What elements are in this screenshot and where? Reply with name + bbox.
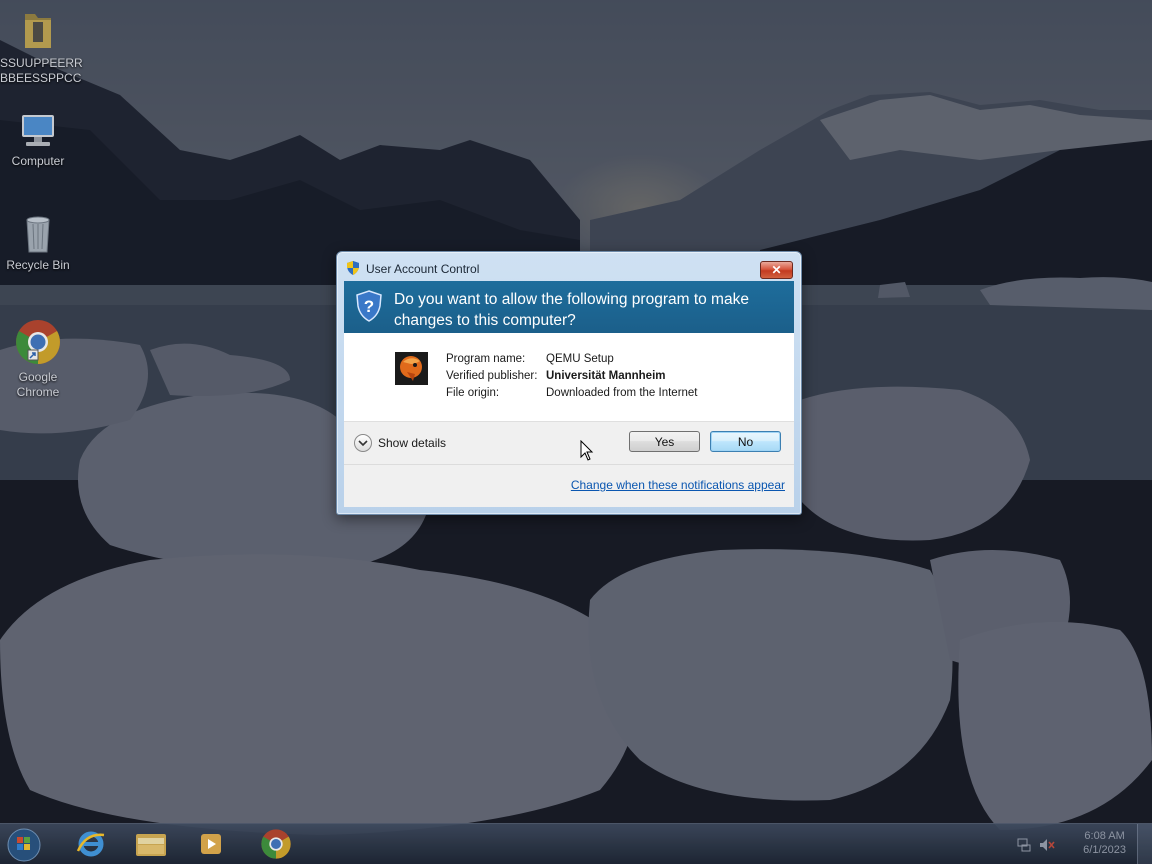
- publisher-key: Verified publisher:: [446, 370, 538, 382]
- taskbar-windows-explorer[interactable]: [126, 828, 176, 860]
- dialog-header: ? Do you want to allow the following pro…: [344, 281, 794, 333]
- program-name-key: Program name:: [446, 353, 526, 365]
- program-name-row: Program name: QEMU Setup: [446, 353, 698, 370]
- program-name-value: QEMU Setup: [546, 353, 614, 365]
- dialog-title: User Account Control: [366, 262, 480, 276]
- taskbar: 6:08 AM 6/1/2023: [0, 823, 1152, 864]
- desktop-icon-computer-label: Computer: [11, 154, 65, 168]
- uac-shield-icon: [347, 261, 359, 275]
- close-button[interactable]: ✕: [760, 261, 793, 279]
- uac-dialog: User Account Control ✕ ? Do you want to …: [336, 251, 802, 515]
- taskbar-media-player[interactable]: [186, 828, 236, 860]
- file-origin-value: Downloaded from the Internet: [546, 387, 698, 399]
- no-button[interactable]: No: [710, 431, 781, 452]
- file-origin-row: File origin: Downloaded from the Internet: [446, 387, 698, 404]
- publisher-value: Universität Mannheim: [546, 370, 666, 382]
- system-tray: 6:08 AM 6/1/2023: [992, 824, 1152, 864]
- desktop-icon-folder[interactable]: SSUUPPEERR BBEESSPPCC: [0, 8, 83, 86]
- windows-explorer-icon: [136, 834, 166, 856]
- desktop-icon-folder-label: SSUUPPEERR BBEESSPPCC: [0, 56, 83, 85]
- taskbar-internet-explorer[interactable]: [66, 828, 116, 860]
- mouse-cursor-icon: [580, 440, 594, 461]
- show-details-label: Show details: [378, 436, 447, 450]
- close-icon: ✕: [771, 263, 782, 277]
- consent-question: Do you want to allow the following progr…: [394, 291, 749, 329]
- program-info: Program name: QEMU Setup Verified publish…: [344, 333, 794, 421]
- dialog-footer: Change when these notifications appear: [344, 464, 794, 507]
- qemu-program-icon: [395, 352, 428, 385]
- show-desktop-button[interactable]: [1137, 824, 1152, 864]
- taskbar-clock[interactable]: 6:08 AM 6/1/2023: [1083, 829, 1126, 857]
- media-player-icon: [201, 834, 221, 854]
- chrome-icon: [261, 829, 291, 859]
- chrome-icon: [16, 320, 60, 364]
- desktop-icon-computer[interactable]: Computer: [0, 112, 76, 169]
- clock-date: 6/1/2023: [1083, 844, 1126, 856]
- internet-explorer-icon: [76, 831, 105, 857]
- volume-muted-icon[interactable]: [1038, 837, 1056, 853]
- taskbar-google-chrome[interactable]: [251, 828, 301, 860]
- change-notifications-link[interactable]: Change when these notifications appear: [571, 478, 785, 492]
- file-origin-key: File origin:: [446, 387, 500, 399]
- folder-icon: [25, 14, 51, 48]
- publisher-row: Verified publisher: Universität Mannheim: [446, 370, 698, 387]
- network-icon[interactable]: [1016, 837, 1032, 853]
- desktop-icon-recycle-bin[interactable]: Recycle Bin: [0, 214, 76, 273]
- show-details-toggle[interactable]: Show details: [354, 434, 446, 452]
- desktop-icon-google-chrome-label: Google Chrome: [16, 370, 60, 399]
- dialog-titlebar[interactable]: User Account Control ✕: [337, 252, 801, 281]
- question-shield-icon: ?: [356, 290, 382, 322]
- program-details: Program name: QEMU Setup Verified publish…: [446, 353, 698, 404]
- desktop-icon-recycle-bin-label: Recycle Bin: [6, 258, 70, 272]
- svg-text:?: ?: [364, 297, 374, 316]
- recycle-bin-icon: [26, 216, 50, 253]
- start-orb[interactable]: [5, 826, 43, 864]
- clock-time: 6:08 AM: [1084, 830, 1125, 842]
- computer-icon: [22, 115, 54, 146]
- yes-button[interactable]: Yes: [629, 431, 700, 452]
- desktop-icon-google-chrome[interactable]: Google Chrome: [0, 318, 76, 400]
- dialog-actions: Show details Yes No: [344, 421, 794, 464]
- chevron-down-icon: [354, 434, 372, 452]
